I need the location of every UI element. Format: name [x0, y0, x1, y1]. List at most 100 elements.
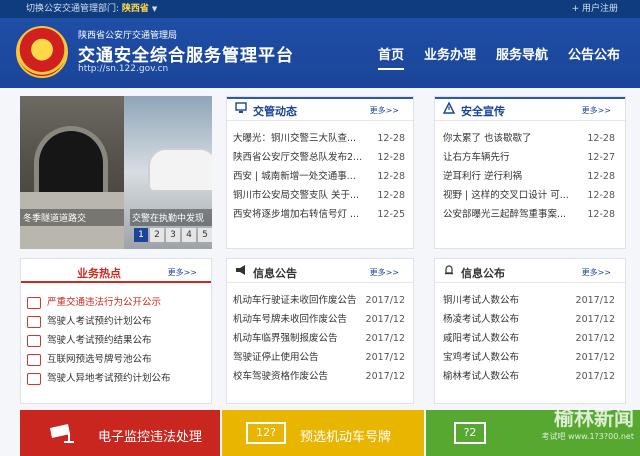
list-item[interactable]: 公安部曝光三起醉驾重事案... 12-28: [443, 205, 615, 224]
notice-item-date: 2017/12: [365, 333, 405, 344]
publish-title: 信息公布: [461, 267, 505, 280]
department-switch[interactable]: 切换公安交通管理部门: 陕西省 ▼: [26, 0, 157, 18]
list-item[interactable]: 机动车行驶证未收回作废公告 2017/12: [233, 291, 405, 310]
list-item[interactable]: 驾驶人考试预约结果公布: [27, 331, 201, 350]
publish-item-title[interactable]: 咸阳考试人数公布: [443, 329, 519, 348]
notice-item-date: 2017/12: [365, 371, 405, 382]
slide-caption-1[interactable]: 冬季隧道道路交: [20, 209, 124, 226]
publish-more-link[interactable]: 更多>>: [582, 267, 611, 278]
notice-more-link[interactable]: 更多>>: [370, 267, 399, 278]
safety-more-link[interactable]: 更多>>: [582, 105, 611, 116]
publish-item-title[interactable]: 宝鸡考试人数公布: [443, 348, 519, 367]
notice-item-title[interactable]: 机动车行驶证未收回作废公告: [233, 291, 357, 310]
service-icon: ?2: [454, 422, 486, 444]
news-item-title[interactable]: 铜川市公安局交警支队 关于...: [233, 186, 359, 205]
publish-list: 铜川考试人数公布 2017/12 杨凌考试人数公布 2017/12 咸阳考试人数公布…: [443, 291, 615, 386]
list-item[interactable]: 咸阳考试人数公布 2017/12: [443, 329, 615, 348]
news-slider[interactable]: 冬季隧道道路交 交警在执勤中发现 1 2 3 4 5: [20, 96, 212, 249]
warning-icon: [443, 102, 455, 114]
slider-page-2[interactable]: 2: [150, 228, 164, 242]
police-emblem-logo: [16, 26, 68, 78]
plate-preselect-button[interactable]: 12? 预选机动车号牌: [222, 410, 424, 456]
list-item[interactable]: 铜川市公安局交警支队 关于... 12-28: [233, 186, 405, 205]
slide-caption-2[interactable]: 交警在执勤中发现: [130, 209, 212, 226]
safety-item-date: 12-28: [587, 133, 615, 144]
list-item[interactable]: 严重交通违法行为公开公示: [27, 293, 201, 312]
news-item-date: 12-28: [377, 133, 405, 144]
hot-item-title[interactable]: 驾驶人考试预约计划公布: [27, 312, 152, 331]
news-more-link[interactable]: 更多>>: [370, 105, 399, 116]
news-item-date: 12-28: [377, 171, 405, 182]
hot-item-title[interactable]: 驾驶人考试预约结果公布: [27, 331, 152, 350]
notice-item-title[interactable]: 校车驾驶资格作废公告: [233, 367, 328, 386]
news-item-title[interactable]: 西安将逐步增加右转信号灯 ...: [233, 205, 359, 224]
slider-page-1[interactable]: 1: [134, 228, 148, 242]
notice-panel: 信息公告 更多>> 机动车行驶证未收回作废公告 2017/12 机动车号牌未收回作…: [226, 258, 414, 404]
hot-more-link[interactable]: 更多>>: [168, 267, 197, 278]
notice-item-title[interactable]: 机动车号牌未收回作废公告: [233, 310, 347, 329]
site-header: 陕西省公安厅交通管理局 交通安全综合服务管理平台 http://sn.122.g…: [0, 18, 640, 88]
publish-item-title[interactable]: 榆林考试人数公布: [443, 367, 519, 386]
hot-item-title[interactable]: 互联网预选号牌号池公布: [27, 350, 152, 369]
site-url: http://sn.122.gov.cn: [78, 64, 169, 74]
publish-item-date: 2017/12: [575, 371, 615, 382]
list-item[interactable]: 机动车临界强制报废公告 2017/12: [233, 329, 405, 348]
list-item[interactable]: 杨凌考试人数公布 2017/12: [443, 310, 615, 329]
news-panel-header: 交管动态 更多>>: [227, 97, 413, 121]
list-item[interactable]: 大曝光：铜川交警三大队查... 12-28: [233, 129, 405, 148]
plate-number-icon: 12?: [246, 422, 286, 444]
news-item-title[interactable]: 西安 | 城南新增一处交通事...: [233, 167, 356, 186]
safety-item-title[interactable]: 公安部曝光三起醉驾重事案...: [443, 205, 566, 224]
publish-item-title[interactable]: 铜川考试人数公布: [443, 291, 519, 310]
safety-item-title[interactable]: 你太累了 也该歇歇了: [443, 129, 532, 148]
register-link[interactable]: + 用户注册: [572, 0, 618, 18]
news-item-title[interactable]: 陕西省公安厅交警总队发布2...: [233, 148, 362, 167]
list-item[interactable]: 驾驶证停止使用公告 2017/12: [233, 348, 405, 367]
list-item[interactable]: 让右方车辆先行 12-27: [443, 148, 615, 167]
news-item-date: 12-25: [377, 209, 405, 220]
slider-pager: 1 2 3 4 5: [134, 228, 212, 242]
slider-page-3[interactable]: 3: [166, 228, 180, 242]
safety-item-title[interactable]: 让右方车辆先行: [443, 148, 510, 167]
list-item[interactable]: 视野 | 这样的交叉口设计 可... 12-28: [443, 186, 615, 205]
list-item[interactable]: 西安将逐步增加右转信号灯 ... 12-25: [233, 205, 405, 224]
list-item[interactable]: 驾驶人考试预约计划公布: [27, 312, 201, 331]
list-item[interactable]: 西安 | 城南新增一处交通事... 12-28: [233, 167, 405, 186]
list-item[interactable]: 机动车号牌未收回作废公告 2017/12: [233, 310, 405, 329]
list-item[interactable]: 逆耳利行 逆行利祸 12-28: [443, 167, 615, 186]
news-panel: 交管动态 更多>> 大曝光：铜川交警三大队查... 12-28 陕西省公安厅交警总…: [226, 96, 414, 249]
nav-announcement[interactable]: 公告公布: [568, 44, 620, 70]
safety-item-date: 12-28: [587, 190, 615, 201]
nav-home[interactable]: 首页: [377, 44, 404, 70]
safety-item-title[interactable]: 逆耳利行 逆行利祸: [443, 167, 522, 186]
news-item-date: 12-28: [377, 190, 405, 201]
publish-item-date: 2017/12: [575, 352, 615, 363]
hot-item-title[interactable]: 驾驶人异地考试预约计划公布: [27, 369, 171, 388]
list-item[interactable]: 你太累了 也该歇歇了 12-28: [443, 129, 615, 148]
electronic-violation-button[interactable]: 电子监控违法处理: [20, 410, 220, 456]
main-nav: 首页 业务办理 服务导航 公告公布: [377, 44, 620, 70]
slider-page-4[interactable]: 4: [182, 228, 196, 242]
slider-page-5[interactable]: 5: [198, 228, 212, 242]
list-item[interactable]: 校车驾驶资格作废公告 2017/12: [233, 367, 405, 386]
hot-panel-header: 业务热点 更多>>: [21, 259, 211, 283]
publish-item-title[interactable]: 杨凌考试人数公布: [443, 310, 519, 329]
list-item[interactable]: 宝鸡考试人数公布 2017/12: [443, 348, 615, 367]
chevron-down-icon[interactable]: ▼: [152, 5, 157, 13]
list-item[interactable]: 互联网预选号牌号池公布: [27, 350, 201, 369]
megaphone-icon: [236, 265, 245, 275]
nav-service[interactable]: 服务导航: [496, 44, 548, 70]
platform-title: 交通安全综合服务管理平台: [78, 46, 294, 66]
list-item[interactable]: 陕西省公安厅交警总队发布2... 12-28: [233, 148, 405, 167]
hot-item-title[interactable]: 严重交通违法行为公开公示: [27, 293, 161, 312]
news-item-title[interactable]: 大曝光：铜川交警三大队查...: [233, 129, 356, 148]
safety-item-title[interactable]: 视野 | 这样的交叉口设计 可...: [443, 186, 569, 205]
list-item[interactable]: 铜川考试人数公布 2017/12: [443, 291, 615, 310]
list-item[interactable]: 驾驶人异地考试预约计划公布: [27, 369, 201, 388]
notice-item-title[interactable]: 机动车临界强制报废公告: [233, 329, 338, 348]
publish-panel-header: 信息公布 更多>>: [435, 259, 625, 283]
notice-item-title[interactable]: 驾驶证停止使用公告: [233, 348, 319, 367]
nav-business[interactable]: 业务办理: [424, 44, 476, 70]
province-selector[interactable]: 陕西省: [122, 4, 149, 14]
list-item[interactable]: 榆林考试人数公布 2017/12: [443, 367, 615, 386]
